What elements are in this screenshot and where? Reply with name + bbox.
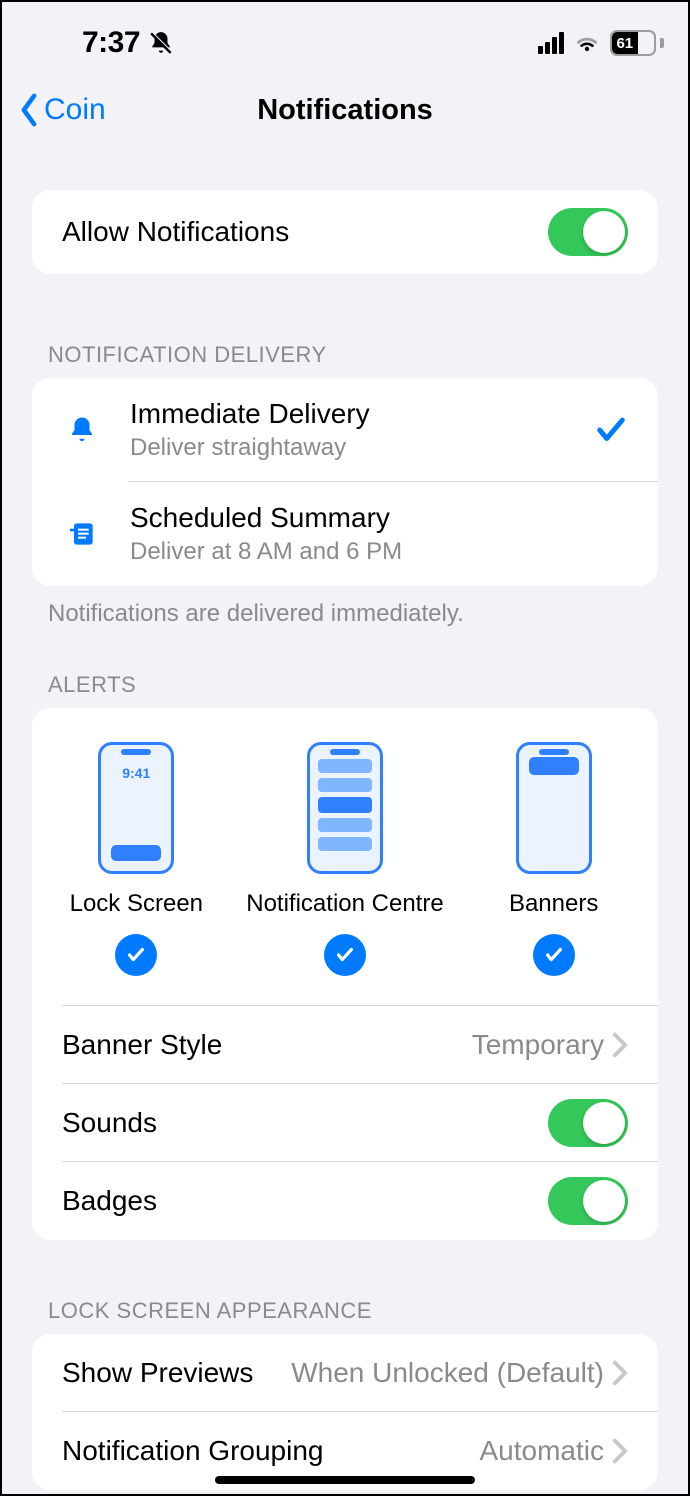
- delivery-scheduled[interactable]: Scheduled Summary Deliver at 8 AM and 6 …: [32, 482, 658, 586]
- wifi-icon: [574, 33, 600, 53]
- allow-label: Allow Notifications: [62, 216, 548, 248]
- centre-preview-icon: [307, 742, 383, 874]
- battery-percent: 61: [616, 35, 633, 52]
- alert-centre-check[interactable]: [324, 934, 366, 976]
- delivery-group: NOTIFICATION DELIVERY Immediate Delivery…: [32, 342, 658, 628]
- chevron-right-icon: [612, 1360, 628, 1386]
- alert-banners-check[interactable]: [533, 934, 575, 976]
- lockscreen-preview-icon: 9:41: [98, 742, 174, 874]
- home-indicator: [215, 1476, 475, 1484]
- show-previews-label: Show Previews: [62, 1357, 291, 1389]
- alerts-group: ALERTS 9:41 Lock Screen: [32, 672, 658, 1240]
- summary-icon: [62, 518, 102, 550]
- battery-icon: 61: [610, 30, 660, 56]
- allow-group: Allow Notifications: [32, 190, 658, 274]
- show-previews-value: When Unlocked (Default): [291, 1357, 604, 1389]
- delivery-immediate-sub: Deliver straightaway: [130, 434, 566, 462]
- alert-banners-label: Banners: [509, 890, 598, 918]
- delivery-immediate[interactable]: Immediate Delivery Deliver straightaway: [32, 378, 658, 482]
- sounds-row[interactable]: Sounds: [32, 1084, 658, 1162]
- status-left: 7:37: [30, 26, 174, 60]
- status-time: 7:37: [82, 26, 140, 60]
- alert-lockscreen-label: Lock Screen: [70, 890, 203, 918]
- bell-icon: [62, 415, 102, 445]
- banners-preview-icon: [516, 742, 592, 874]
- alerts-header: ALERTS: [32, 672, 658, 708]
- delivery-header: NOTIFICATION DELIVERY: [32, 342, 658, 378]
- badges-toggle[interactable]: [548, 1177, 628, 1225]
- banner-style-row[interactable]: Banner Style Temporary: [32, 1006, 658, 1084]
- alert-type-lockscreen[interactable]: 9:41 Lock Screen: [33, 742, 240, 976]
- status-right: 61: [538, 30, 660, 56]
- badges-row[interactable]: Badges: [32, 1162, 658, 1240]
- sounds-toggle[interactable]: [548, 1099, 628, 1147]
- chevron-right-icon: [612, 1438, 628, 1464]
- allow-notifications-row[interactable]: Allow Notifications: [32, 190, 658, 274]
- preview-time: 9:41: [101, 765, 171, 781]
- back-button[interactable]: Coin: [16, 92, 106, 128]
- banner-style-value: Temporary: [472, 1029, 604, 1061]
- back-label: Coin: [44, 93, 106, 127]
- delivery-scheduled-title: Scheduled Summary: [130, 502, 628, 534]
- check-icon: [594, 413, 628, 447]
- chevron-right-icon: [612, 1032, 628, 1058]
- grouping-value: Automatic: [480, 1435, 605, 1467]
- lockscreen-appearance-group: LOCK SCREEN APPEARANCE Show Previews Whe…: [32, 1298, 658, 1490]
- status-bar: 7:37 61: [2, 2, 688, 72]
- cellular-icon: [538, 32, 564, 54]
- page-title: Notifications: [257, 94, 433, 127]
- lockscreen-header: LOCK SCREEN APPEARANCE: [32, 1298, 658, 1334]
- alert-centre-label: Notification Centre: [246, 890, 443, 918]
- sounds-label: Sounds: [62, 1107, 548, 1139]
- badges-label: Badges: [62, 1185, 548, 1217]
- grouping-label: Notification Grouping: [62, 1435, 480, 1467]
- delivery-immediate-title: Immediate Delivery: [130, 398, 566, 430]
- delivery-footer: Notifications are delivered immediately.: [32, 586, 658, 628]
- mute-icon: [148, 30, 174, 56]
- show-previews-row[interactable]: Show Previews When Unlocked (Default): [32, 1334, 658, 1412]
- alert-lockscreen-check[interactable]: [115, 934, 157, 976]
- banner-style-label: Banner Style: [62, 1029, 472, 1061]
- chevron-left-icon: [16, 92, 42, 128]
- nav-bar: Coin Notifications: [2, 72, 688, 148]
- alert-type-banners[interactable]: Banners: [450, 742, 657, 976]
- allow-toggle[interactable]: [548, 208, 628, 256]
- delivery-scheduled-sub: Deliver at 8 AM and 6 PM: [130, 538, 628, 566]
- alert-type-centre[interactable]: Notification Centre: [242, 742, 449, 976]
